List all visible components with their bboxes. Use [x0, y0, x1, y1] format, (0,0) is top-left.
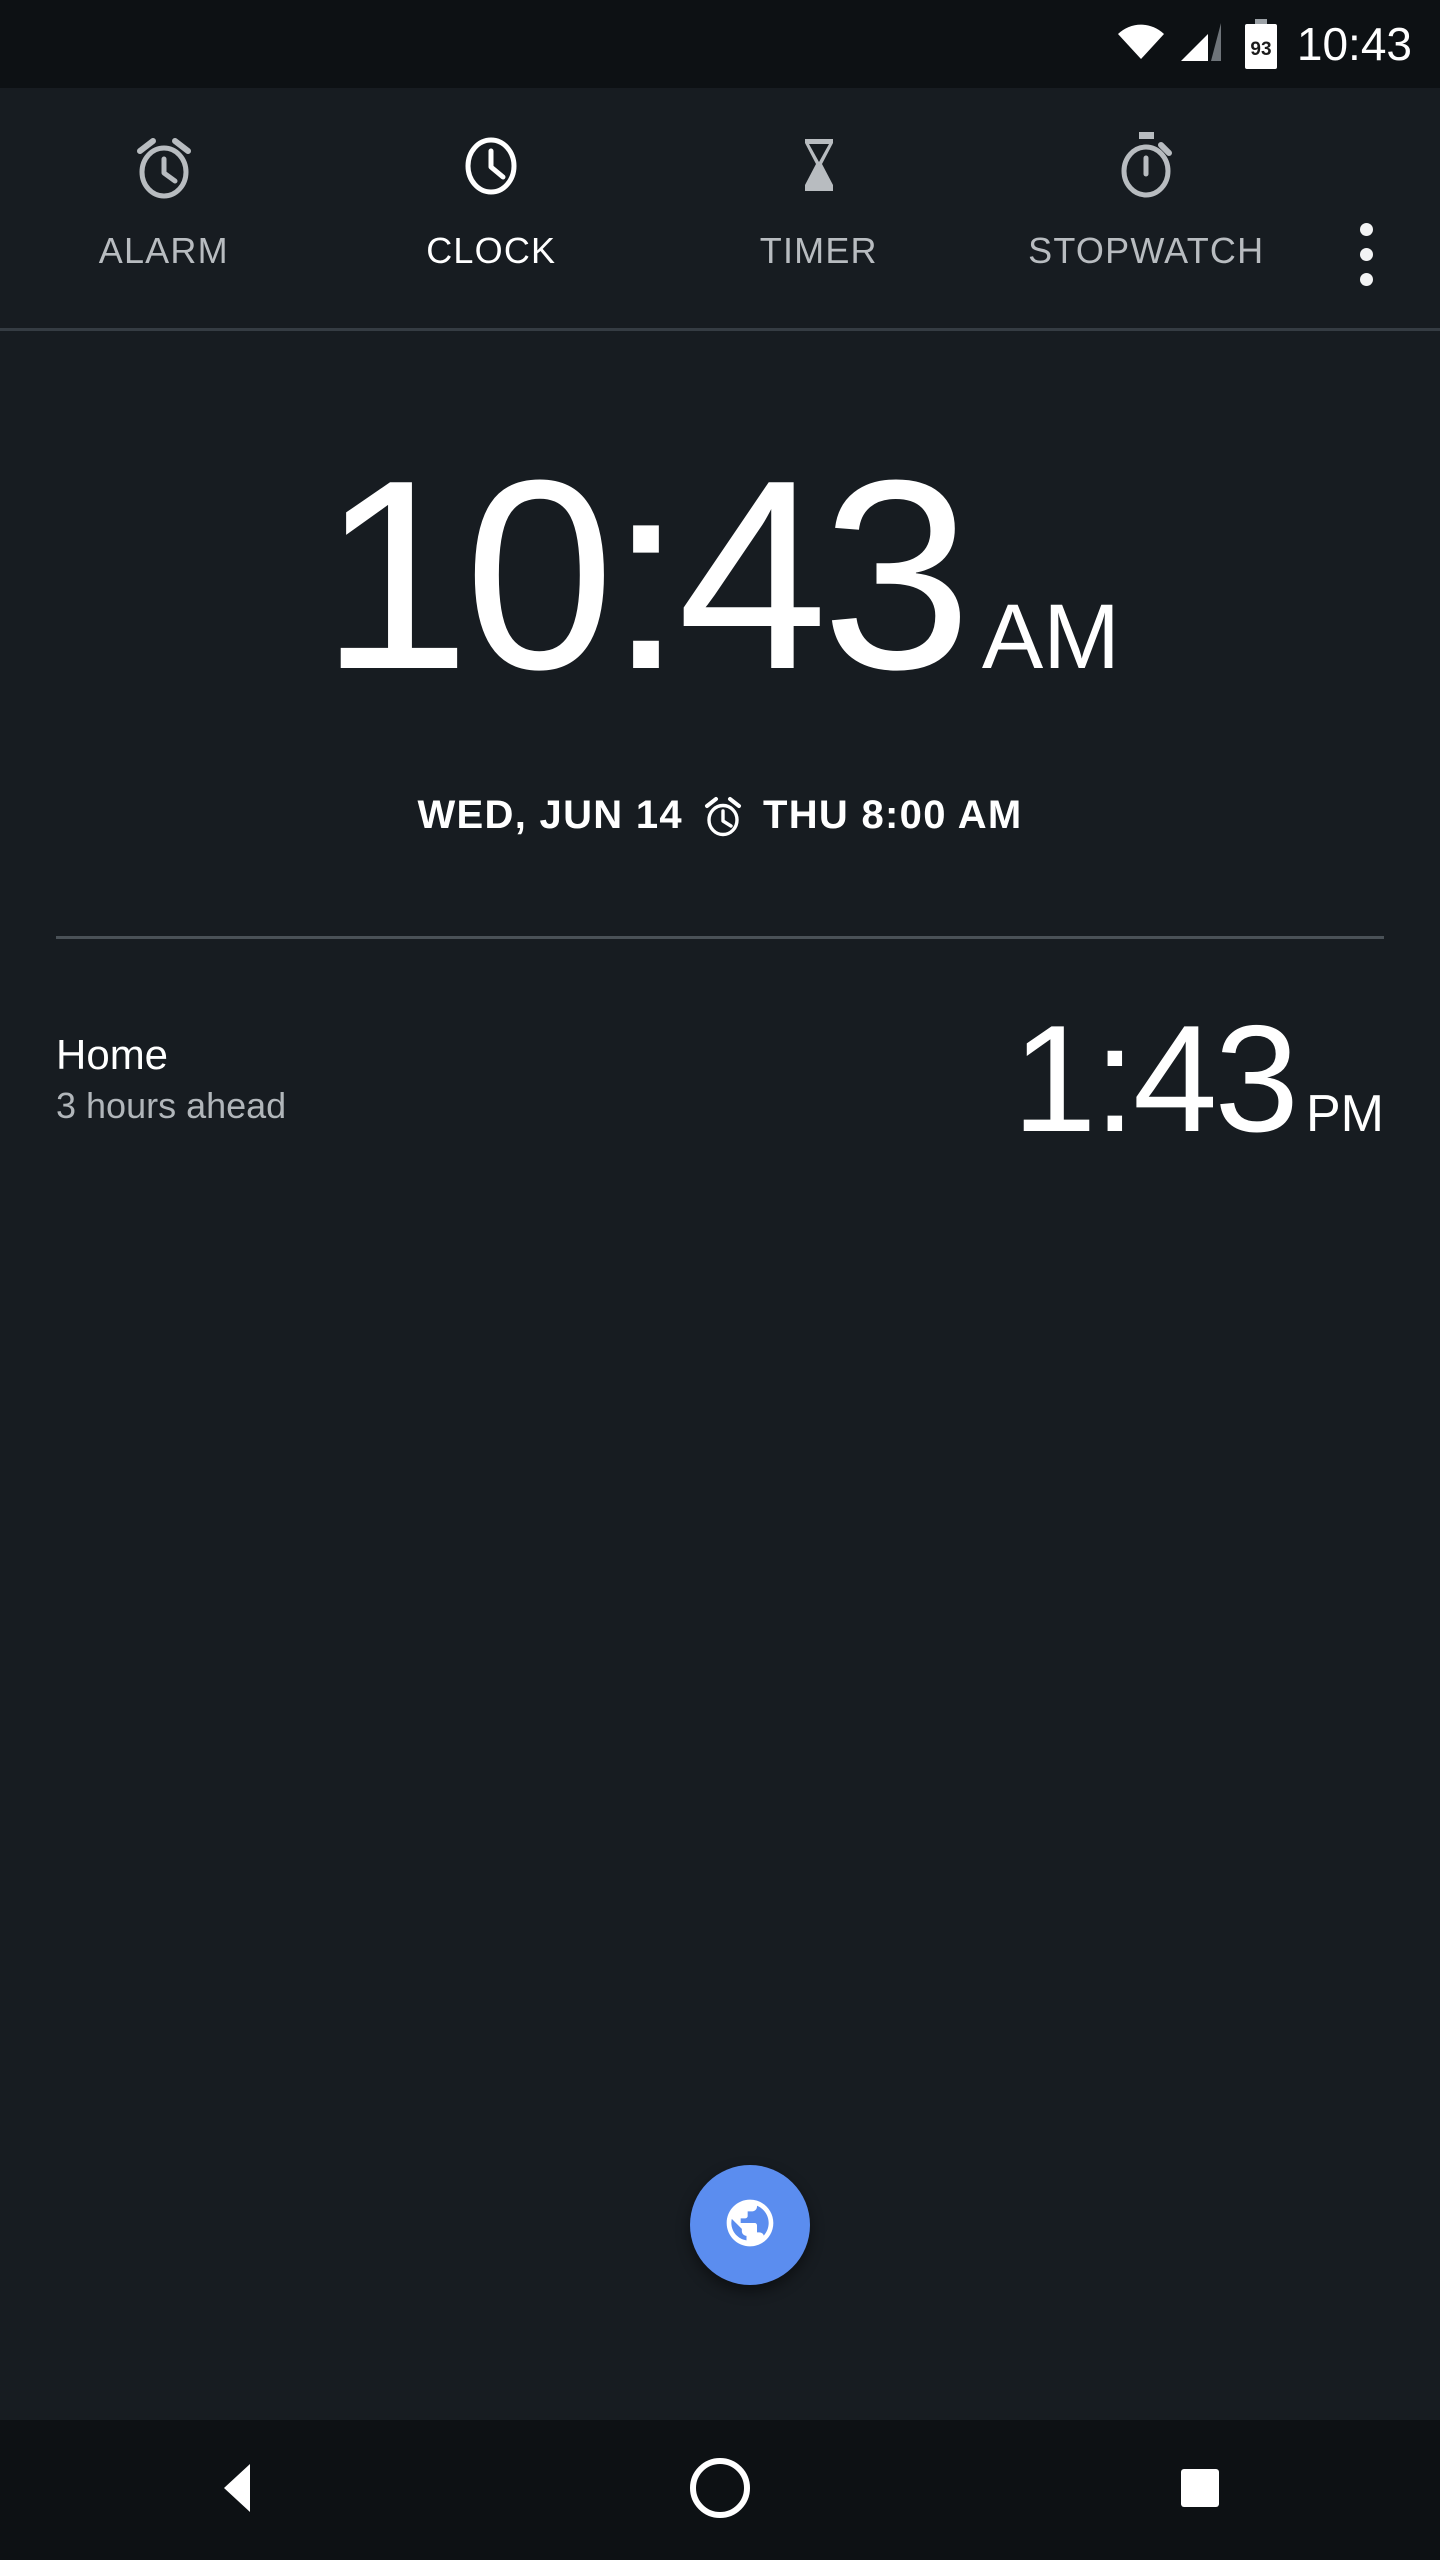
back-triangle-icon: [216, 2460, 264, 2521]
current-date: WED, JUN 14: [417, 793, 683, 837]
clock-icon: [460, 130, 522, 202]
overflow-dot: [1359, 272, 1373, 286]
tab-label-clock: CLOCK: [426, 230, 557, 271]
world-clock-row[interactable]: Home 3 hours ahead 1:43 PM: [0, 979, 1440, 1179]
world-clock-offset: 3 hours ahead: [56, 1085, 287, 1127]
android-nav-bar: [0, 2420, 1440, 2560]
tab-label-stopwatch: STOPWATCH: [1028, 230, 1265, 271]
tab-clock[interactable]: CLOCK: [328, 88, 656, 328]
clock-main-content: 10:43 AM WED, JUN 14 THU 8:00 AM Home 3 h…: [0, 331, 1440, 2420]
tab-timer[interactable]: TIMER: [655, 88, 983, 328]
date-and-alarm-row: WED, JUN 14 THU 8:00 AM: [0, 793, 1440, 838]
main-clock-display: 10:43 AM: [0, 441, 1440, 711]
world-clock-info: Home 3 hours ahead: [56, 1031, 287, 1127]
tab-label-alarm: ALARM: [98, 230, 229, 271]
overflow-dot: [1359, 247, 1373, 261]
battery-icon: 93: [1243, 19, 1279, 69]
overflow-menu-icon[interactable]: [1318, 206, 1414, 302]
stopwatch-icon: [1115, 130, 1177, 202]
recents-square-icon: [1177, 2465, 1223, 2516]
tab-stopwatch[interactable]: STOPWATCH: [983, 88, 1311, 328]
status-bar-clock: 10:43: [1296, 18, 1412, 70]
tab-alarm[interactable]: ALARM: [0, 88, 328, 328]
nav-home-button[interactable]: [630, 2420, 810, 2560]
alarm-clock-icon: [133, 130, 195, 202]
cell-signal-icon: [1180, 22, 1227, 66]
world-clock-time-wrap: 1:43 PM: [1012, 1003, 1384, 1155]
wifi-icon: [1117, 23, 1165, 66]
globe-icon: [722, 2195, 778, 2256]
overflow-dot: [1359, 222, 1373, 236]
main-clock-ampm: AM: [981, 586, 1120, 688]
next-alarm-time: THU 8:00 AM: [762, 793, 1023, 837]
world-clock-ampm: PM: [1306, 1085, 1384, 1143]
status-icons: 93: [1117, 19, 1279, 69]
tab-bar: ALARM CLOCK TIMER STOPWATCH: [0, 88, 1440, 331]
add-city-fab[interactable]: [690, 2165, 810, 2285]
world-clock-city-name: Home: [56, 1031, 169, 1079]
tabs-row: ALARM CLOCK TIMER STOPWATCH: [0, 88, 1310, 328]
section-divider: [56, 936, 1384, 939]
home-circle-icon: [689, 2457, 751, 2524]
tab-label-timer: TIMER: [759, 230, 878, 271]
nav-recents-button[interactable]: [1110, 2420, 1290, 2560]
world-clock-list: Home 3 hours ahead 1:43 PM: [0, 979, 1440, 1179]
nav-back-button[interactable]: [150, 2420, 330, 2560]
main-clock-time: 10:43: [320, 425, 972, 726]
status-bar: 93 10:43: [0, 0, 1440, 88]
alarm-clock-icon: [703, 795, 743, 837]
world-clock-time: 1:43: [1012, 994, 1299, 1164]
battery-level-text: 93: [1250, 39, 1271, 60]
hourglass-icon: [788, 130, 850, 202]
